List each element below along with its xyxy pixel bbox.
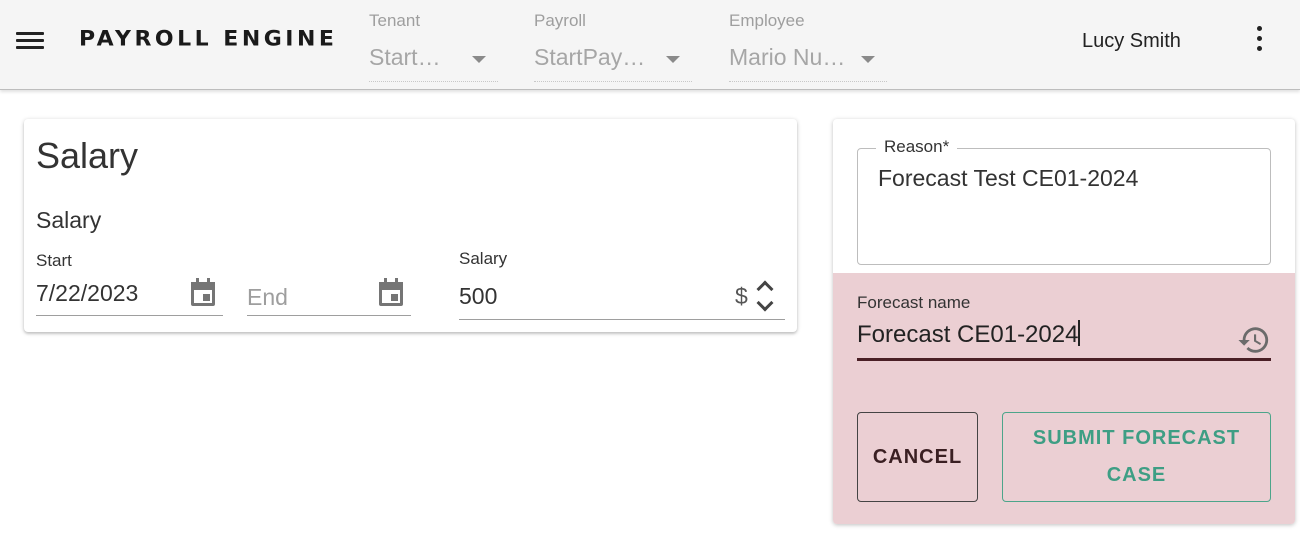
- salary-amount-label: Salary: [459, 249, 508, 268]
- number-stepper[interactable]: [755, 275, 777, 319]
- card-title: Salary: [36, 135, 139, 176]
- forecast-panel: Reason* Forecast Test CE01-2024 Forecast…: [833, 119, 1295, 524]
- forecast-name-label: Forecast name: [857, 293, 971, 312]
- app-bar: PAYROLL ENGINE Tenant StartTenant Payrol…: [0, 0, 1300, 90]
- more-vert-icon[interactable]: [1250, 26, 1268, 56]
- start-date-value: 7/22/2023: [36, 280, 139, 306]
- currency-symbol: $: [735, 283, 748, 309]
- chevron-down-icon: [666, 56, 680, 63]
- chevron-down-icon: [861, 56, 875, 63]
- salary-card: Salary Salary Start 7/22/2023 End Salary…: [24, 119, 797, 332]
- case-field-title: Salary: [36, 207, 102, 233]
- salary-amount-field[interactable]: Salary 500 $: [459, 249, 785, 320]
- reason-field[interactable]: Reason* Forecast Test CE01-2024: [857, 137, 1271, 265]
- calendar-icon[interactable]: [377, 277, 405, 307]
- forecast-name-input[interactable]: Forecast CE01-2024: [857, 320, 1081, 349]
- forecast-section: Forecast name Forecast CE01-2024 CANCEL …: [833, 273, 1295, 524]
- end-date-placeholder: End: [247, 284, 288, 310]
- text-cursor: [1078, 320, 1081, 346]
- history-icon[interactable]: [1237, 323, 1271, 357]
- salary-amount-value: 500: [459, 283, 498, 309]
- reason-label: Reason*: [876, 137, 958, 157]
- payroll-select[interactable]: Payroll StartPayroll: [534, 10, 692, 82]
- payroll-select-label: Payroll: [534, 11, 586, 30]
- start-date-field[interactable]: Start 7/22/2023: [36, 251, 223, 316]
- tenant-select-label: Tenant: [369, 11, 421, 30]
- tenant-select[interactable]: Tenant StartTenant: [369, 10, 498, 82]
- calendar-icon[interactable]: [189, 277, 217, 307]
- chevron-down-icon: [472, 56, 486, 63]
- employee-select[interactable]: Employee Mario Nuñez: [729, 10, 887, 82]
- cancel-button[interactable]: CANCEL: [857, 412, 978, 502]
- submit-forecast-button[interactable]: SUBMIT FORECAST CASE: [1002, 412, 1271, 502]
- chevron-down-icon[interactable]: [756, 294, 774, 312]
- user-name[interactable]: Lucy Smith: [1082, 30, 1181, 53]
- start-date-label: Start: [36, 251, 72, 270]
- payroll-select-value: StartPayroll: [534, 44, 652, 70]
- forecast-name-field[interactable]: Forecast name Forecast CE01-2024: [857, 293, 1271, 361]
- hamburger-menu-icon[interactable]: [14, 28, 46, 54]
- forecast-name-value: Forecast CE01-2024: [857, 321, 1079, 348]
- tenant-select-value: StartTenant: [369, 44, 451, 70]
- reason-value: Forecast Test CE01-2024: [878, 165, 1139, 191]
- employee-select-label: Employee: [729, 11, 805, 30]
- end-date-field[interactable]: End: [247, 251, 411, 316]
- app-brand: PAYROLL ENGINE: [79, 27, 338, 52]
- employee-select-value: Mario Nuñez: [729, 44, 847, 70]
